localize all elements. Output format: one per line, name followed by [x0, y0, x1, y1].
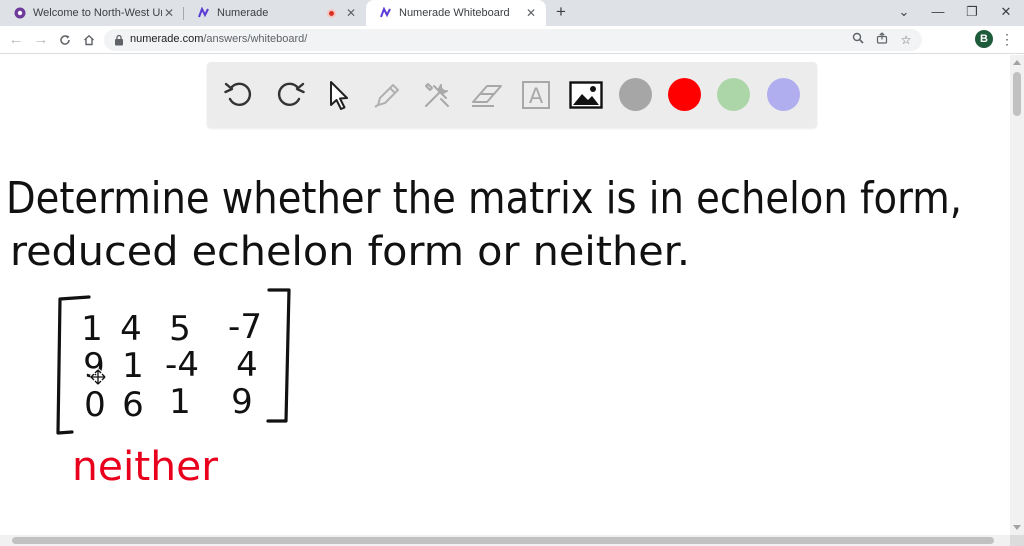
whiteboard-canvas[interactable]: Determine whether the matrix is in echel…: [0, 55, 1010, 535]
tab-numerade-whiteboard[interactable]: Numerade Whiteboard ✕: [366, 0, 546, 26]
matrix-cell: 0: [84, 385, 106, 425]
matrix-cell: 1: [169, 382, 191, 422]
matrix-right-bracket: [266, 288, 291, 423]
tab-numerade[interactable]: Numerade ✕: [184, 0, 366, 26]
matrix-cell: 5: [169, 309, 191, 349]
zoom-icon[interactable]: [850, 32, 866, 48]
forward-icon[interactable]: →: [30, 29, 52, 51]
tab-title: Numerade: [217, 7, 269, 19]
scroll-down-icon[interactable]: [1013, 525, 1021, 530]
browser-menu-icon[interactable]: ⋮: [1000, 29, 1014, 49]
url-text: numerade.com/answers/whiteboard/: [130, 33, 307, 45]
matrix-cell: 4: [236, 345, 258, 385]
url-host: numerade.com: [130, 33, 204, 45]
university-favicon-icon: [14, 7, 26, 19]
bookmark-star-icon[interactable]: ☆: [898, 32, 914, 48]
tab-north-west[interactable]: Welcome to North-West Universit ✕: [0, 0, 184, 26]
matrix-cell: 4: [120, 309, 142, 349]
matrix-cell: 9: [231, 382, 253, 422]
back-icon[interactable]: ←: [5, 29, 27, 51]
scroll-up-icon[interactable]: [1013, 60, 1021, 65]
ink-layer: Determine whether the matrix is in echel…: [6, 173, 962, 275]
scrollbar-corner: [1010, 535, 1024, 546]
close-tab-icon[interactable]: ✕: [162, 6, 176, 20]
home-icon[interactable]: [78, 29, 100, 51]
tab-strip: Welcome to North-West Universit ✕ Numera…: [0, 0, 1024, 26]
tab-search-icon[interactable]: ⌄: [887, 0, 921, 26]
matrix-cell: -4: [165, 345, 199, 385]
vertical-scrollbar[interactable]: [1010, 55, 1024, 535]
question-line-1: Determine whether the matrix is in echel…: [6, 173, 962, 224]
matrix-cell: -7: [228, 307, 262, 347]
url-path: /answers/whiteboard/: [203, 33, 308, 45]
whiteboard-page: A Determine whether the matrix is in ech…: [0, 55, 1010, 535]
matrix-cell: 6: [122, 385, 144, 425]
matrix-entries: 1 4 5 -7 9 1 -4 4 0 6 1 9: [81, 307, 262, 425]
minimize-icon[interactable]: —: [921, 0, 955, 26]
numerade-favicon-icon: [380, 7, 391, 18]
reload-icon[interactable]: [54, 29, 76, 51]
horizontal-scrollbar[interactable]: [0, 535, 1010, 546]
restore-icon[interactable]: ❐: [955, 0, 989, 26]
vertical-scroll-thumb[interactable]: [1013, 72, 1021, 116]
profile-avatar[interactable]: B: [975, 30, 993, 48]
question-line-2: reduced echelon form or neither.: [10, 229, 690, 275]
close-tab-icon[interactable]: ✕: [524, 6, 538, 20]
recording-indicator-icon: [327, 8, 336, 18]
close-tab-icon[interactable]: ✕: [344, 6, 358, 20]
numerade-favicon-icon: [198, 7, 209, 18]
tab-title: Welcome to North-West Universit: [33, 7, 162, 19]
browser-toolbar: ← → numerade.com/answers/whiteboard/ ☆ 4: [0, 26, 1024, 71]
lock-icon: [115, 34, 123, 46]
share-icon[interactable]: [874, 32, 890, 48]
horizontal-scroll-thumb[interactable]: [12, 537, 994, 544]
new-tab-button[interactable]: +: [551, 2, 571, 22]
answer-text: neither: [72, 444, 219, 490]
matrix-cell: 1: [81, 309, 103, 349]
matrix-cell: 1: [122, 346, 144, 386]
close-window-icon[interactable]: ✕: [989, 0, 1023, 26]
address-bar[interactable]: numerade.com/answers/whiteboard/ ☆: [104, 29, 922, 51]
tab-title: Numerade Whiteboard: [399, 7, 510, 19]
